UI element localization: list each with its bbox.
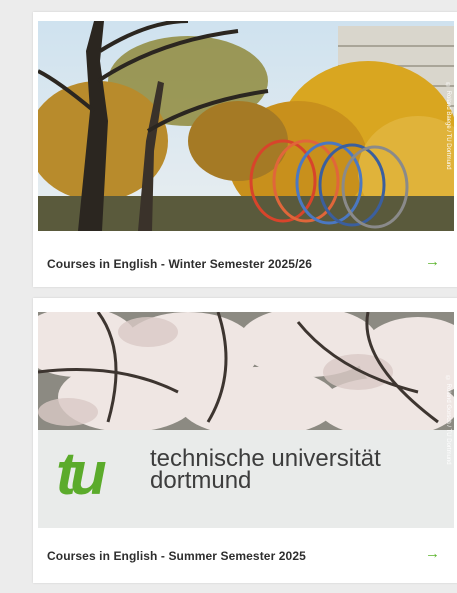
photo-credit: © Roland Baege / TU Dortmund xyxy=(445,82,451,170)
tu-logo: tu xyxy=(56,440,107,507)
course-card-winter[interactable]: © Roland Baege / TU Dortmund Courses in … xyxy=(33,12,457,287)
university-name: technische universität dortmund xyxy=(150,447,381,494)
card-title[interactable]: Courses in English - Summer Semester 202… xyxy=(47,549,306,563)
card-image-campus-autumn: © Roland Baege / TU Dortmund xyxy=(38,21,454,231)
photo-credit: © Roland Gorsch / TU Dortmund xyxy=(445,375,451,465)
card-image-cherry-blossom: tu technische universität dortmund © Rol… xyxy=(38,312,454,528)
course-card-summer[interactable]: tu technische universität dortmund © Rol… xyxy=(33,298,457,583)
arrow-right-icon[interactable]: → xyxy=(425,254,440,269)
campus-autumn-illustration xyxy=(38,21,454,231)
university-name-line2: dortmund xyxy=(150,467,252,494)
card-title[interactable]: Courses in English - Winter Semester 202… xyxy=(47,257,312,271)
tu-dortmund-sign: tu technische universität dortmund xyxy=(38,430,454,528)
arrow-right-icon[interactable]: → xyxy=(425,546,440,561)
